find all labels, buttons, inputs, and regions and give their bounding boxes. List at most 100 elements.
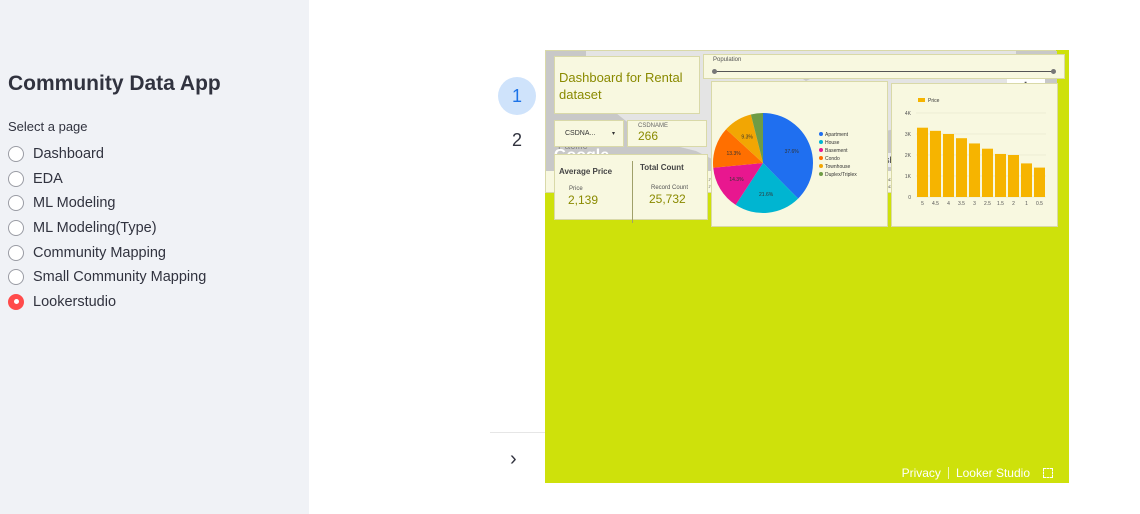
privacy-link[interactable]: Privacy	[902, 466, 941, 480]
x-tick-label: 1	[1025, 201, 1028, 207]
pie-slice-label: 21.6%	[759, 192, 774, 198]
radio-option[interactable]: Small Community Mapping	[8, 265, 206, 290]
bar	[1021, 163, 1032, 197]
radio-option[interactable]: ML Modeling(Type)	[8, 216, 206, 241]
x-tick-label: 4	[947, 201, 950, 207]
sidebar: Community Data App Select a page Dashboa…	[0, 0, 309, 514]
looker-footer: Privacy Looker Studio	[902, 466, 1053, 480]
csdname-value: 266	[638, 129, 659, 143]
x-tick-label: 2	[1012, 201, 1015, 207]
bar	[982, 148, 993, 197]
population-slider[interactable]: Population	[703, 54, 1065, 79]
chevron-right-icon[interactable]: ›	[510, 448, 517, 471]
price-value: 2,139	[568, 193, 599, 207]
bar-legend-swatch	[918, 98, 925, 102]
radio-unchecked-icon[interactable]	[8, 195, 24, 212]
pie-legend-swatch	[819, 140, 823, 144]
bar	[1008, 155, 1019, 197]
radio-option-label: ML Modeling(Type)	[33, 220, 157, 237]
radio-option-label: Small Community Mapping	[33, 269, 207, 286]
x-tick-label: 2.5	[984, 201, 991, 207]
bar	[943, 134, 954, 197]
pie-legend-label: Condo	[825, 156, 840, 162]
pie-slice-label: 9.3%	[741, 134, 753, 140]
radio-unchecked-icon[interactable]	[8, 146, 24, 163]
x-tick-label: 1.5	[997, 201, 1004, 207]
page-2-button[interactable]: 2	[498, 121, 536, 159]
kpi-divider	[632, 161, 633, 223]
bar	[969, 143, 980, 197]
pie-slice-label: 14.3%	[729, 177, 744, 183]
x-tick-label: 0.5	[1036, 201, 1043, 207]
bar-legend-label: Price	[928, 98, 940, 104]
pie-chart-card[interactable]: 37.6% 21.6% 14.3% 13.3% 9.3% Apartment House Ba…	[711, 81, 888, 227]
bar	[995, 153, 1006, 197]
population-min-handle[interactable]	[712, 68, 717, 74]
bar-chart: 0 1K 2K 3K 4K 5 4.5 4 3.5 3 2.5 1.5 2 1 0.5 Price	[905, 98, 1046, 207]
radio-option-label: ML Modeling	[33, 195, 116, 212]
radio-option-label: Lookerstudio	[33, 293, 117, 310]
y-tick-label: 4K	[905, 111, 912, 117]
radio-option[interactable]: ML Modeling	[8, 191, 206, 216]
pie-legend-label: Apartment	[825, 132, 849, 138]
radio-option[interactable]: EDA	[8, 167, 206, 192]
csdname-dropdown[interactable]: CSDNA... ▾	[554, 120, 624, 147]
bar	[1034, 167, 1045, 197]
price-label: Price	[569, 186, 583, 192]
page-1-button[interactable]: 1	[498, 77, 536, 115]
radio-option[interactable]: Lookerstudio	[8, 290, 206, 315]
x-tick-label: 3	[973, 201, 976, 207]
bar	[956, 138, 967, 197]
looker-studio-embed[interactable]: Dashboard for Rental dataset Population …	[545, 50, 1069, 483]
dashboard-title: Dashboard for Rental dataset	[554, 56, 700, 114]
radio-checked-icon[interactable]	[8, 293, 24, 310]
radio-option[interactable]: Dashboard	[8, 142, 206, 167]
y-tick-label: 3K	[905, 132, 912, 138]
radio-option-label: Dashboard	[33, 146, 104, 163]
caret-down-icon: ▾	[611, 131, 615, 137]
y-tick-label: 2K	[905, 153, 912, 159]
page-select-label: Select a page	[8, 119, 88, 134]
kpi-card: Average Price Price 2,139 Total Count Re…	[554, 154, 708, 223]
main-area: 1 2 › Dashboard for Rental dataset Popul…	[309, 0, 1140, 514]
radio-option[interactable]: Community Mapping	[8, 240, 206, 265]
bar	[930, 130, 941, 197]
radio-unchecked-icon[interactable]	[8, 244, 24, 261]
fullscreen-icon[interactable]	[1043, 468, 1053, 478]
record-count-value: 25,732	[649, 192, 686, 206]
radio-unchecked-icon[interactable]	[8, 269, 24, 286]
pie-legend-label: Basement	[825, 148, 848, 154]
pie-legend-swatch	[819, 156, 823, 160]
y-tick-label: 0	[908, 195, 911, 201]
radio-unchecked-icon[interactable]	[8, 170, 24, 187]
footer-separator	[947, 467, 949, 479]
radio-option-label: EDA	[33, 170, 63, 187]
record-count-label: Record Count	[651, 185, 689, 191]
population-max-handle[interactable]	[1051, 68, 1056, 74]
bar	[917, 127, 928, 197]
dropdown-label: CSDNA...	[565, 130, 596, 137]
pie-legend-label: House	[825, 140, 840, 146]
total-count-heading: Total Count	[640, 163, 684, 172]
looker-studio-link[interactable]: Looker Studio	[956, 466, 1030, 480]
pie-slice-label: 37.6%	[785, 149, 800, 155]
x-tick-label: 5	[921, 201, 924, 207]
app-title: Community Data App	[8, 72, 221, 95]
x-tick-label: 4.5	[932, 201, 939, 207]
pie-legend-label: Townhouse	[825, 164, 851, 170]
pie-slice-label: 13.3%	[727, 151, 742, 157]
pie-legend-swatch	[819, 132, 823, 136]
pie-chart: 37.6% 21.6% 14.3% 13.3% 9.3% Apartment House Ba…	[713, 113, 857, 213]
pie-legend-swatch	[819, 172, 823, 176]
pie-legend-swatch	[819, 164, 823, 168]
bar-chart-card[interactable]: 0 1K 2K 3K 4K 5 4.5 4 3.5 3 2.5 1.5 2 1 0.5 Price	[891, 83, 1058, 227]
pie-legend-label: Duplex/Triplex	[825, 172, 857, 178]
pie-legend-swatch	[819, 148, 823, 152]
page-radio-group: Dashboard EDA ML Modeling ML Modeling(Type)…	[8, 142, 206, 314]
radio-unchecked-icon[interactable]	[8, 220, 24, 237]
y-tick-label: 1K	[905, 174, 912, 180]
nav-divider	[490, 432, 546, 433]
x-tick-label: 3.5	[958, 201, 965, 207]
population-label: Population	[713, 57, 742, 63]
csdname-scorecard: CSDNAME 266	[627, 120, 707, 147]
